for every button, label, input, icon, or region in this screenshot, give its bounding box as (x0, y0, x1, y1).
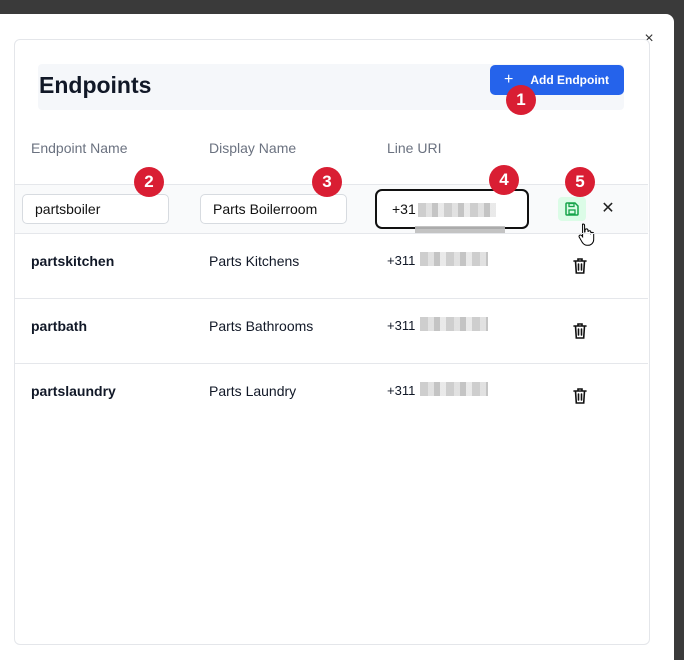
redacted-line-uri (420, 382, 488, 396)
save-icon (565, 202, 579, 216)
endpoint-name-cell: partbath (31, 318, 87, 334)
column-header-line-uri: Line URI (387, 140, 442, 156)
hand-cursor-icon (578, 223, 595, 246)
display-name-cell: Parts Bathrooms (209, 318, 314, 334)
annotation-badge-4: 4 (489, 165, 519, 195)
redacted-line-uri (420, 252, 488, 266)
annotation-badge-1: 1 (506, 85, 536, 115)
redacted-line-uri (418, 203, 496, 217)
plus-icon: + (504, 71, 514, 88)
display-name-cell: Parts Kitchens (209, 253, 300, 269)
annotation-badge-3: 3 (312, 167, 342, 197)
line-uri-cell: +311 (387, 253, 416, 268)
save-button[interactable] (558, 197, 586, 221)
endpoint-name-cell: partslaundry (31, 383, 116, 399)
add-endpoint-label: Add Endpoint (530, 73, 609, 87)
cancel-edit-button[interactable]: ✕ (598, 199, 618, 219)
row-divider (15, 233, 648, 234)
page-title: Endpoints (39, 72, 152, 98)
trash-icon[interactable] (572, 387, 588, 405)
line-uri-cell: +311 (387, 383, 416, 398)
column-header-endpoint-name: Endpoint Name (31, 140, 128, 156)
trash-icon[interactable] (572, 257, 588, 275)
annotation-badge-5: 5 (565, 167, 595, 197)
column-header-display-name: Display Name (209, 140, 297, 156)
display-name-input[interactable]: Parts Boilerroom (200, 194, 347, 224)
endpoints-card (14, 39, 650, 645)
annotation-badge-2: 2 (134, 167, 164, 197)
endpoint-name-cell: partskitchen (31, 253, 115, 269)
line-uri-cell: +311 (387, 318, 416, 333)
row-divider (15, 298, 648, 299)
endpoint-name-input[interactable]: partsboiler (22, 194, 169, 224)
row-divider (15, 363, 648, 364)
redacted-dropdown-hint (415, 226, 505, 233)
line-uri-value: +31 (392, 201, 416, 217)
display-name-cell: Parts Laundry (209, 383, 297, 399)
redacted-line-uri (420, 317, 488, 331)
trash-icon[interactable] (572, 322, 588, 340)
